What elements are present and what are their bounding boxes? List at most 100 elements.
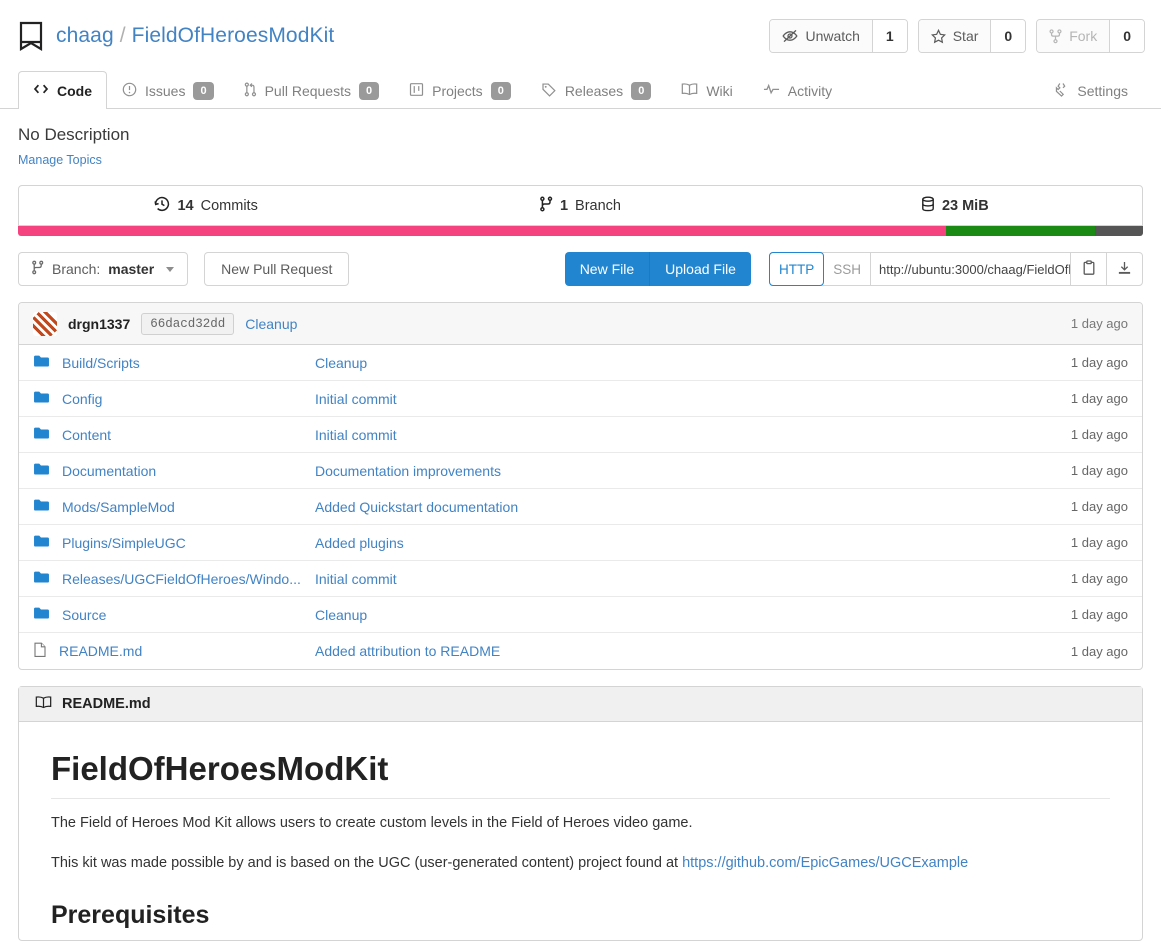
repo-header: chaag / FieldOfHeroesModKit Unwatch 1 St…: [0, 0, 1161, 66]
fork-button-group: Fork 0: [1036, 19, 1145, 53]
table-row[interactable]: README.md Added attribution to README 1 da…: [19, 633, 1142, 669]
tab-releases[interactable]: Releases 0: [526, 71, 667, 109]
table-row[interactable]: Mods/SampleMod Added Quickstart documenta…: [19, 489, 1142, 525]
table-row[interactable]: Releases/UGCFieldOfHeroes/Windo... Initia…: [19, 561, 1142, 597]
commit-sha[interactable]: 66dacd32dd: [141, 312, 235, 335]
commit-message[interactable]: Cleanup: [245, 316, 297, 332]
tab-settings[interactable]: Settings: [1039, 71, 1143, 109]
file-name-cell: Mods/SampleMod: [33, 498, 315, 515]
repo-size: 23 MiB: [941, 197, 989, 214]
file-commit-message[interactable]: Documentation improvements: [315, 463, 501, 479]
star-count: 0: [990, 20, 1026, 52]
manage-topics-link[interactable]: Manage Topics: [18, 153, 102, 167]
file-link[interactable]: Config: [62, 391, 102, 407]
fork-label: Fork: [1069, 28, 1098, 44]
fork-button: Fork: [1037, 20, 1110, 52]
watch-button-group[interactable]: Unwatch 1: [769, 19, 908, 53]
protocol-ssh-button[interactable]: SSH: [824, 253, 870, 285]
language-segment-1: [946, 226, 1095, 236]
file-commit-message[interactable]: Cleanup: [315, 355, 367, 371]
file-commit-message[interactable]: Initial commit: [315, 391, 397, 407]
file-commit-age: 1 day ago: [1070, 535, 1128, 550]
tab-activity[interactable]: Activity: [748, 71, 847, 109]
clone-url-input[interactable]: http://ubuntu:3000/chaag/FieldOfl: [870, 253, 1070, 285]
file-commit-message[interactable]: Initial commit: [315, 571, 397, 587]
file-commit-message[interactable]: Added Quickstart documentation: [315, 499, 518, 515]
file-name-cell: Plugins/SimpleUGC: [33, 534, 315, 551]
pulse-icon: [763, 82, 780, 99]
file-commit-message[interactable]: Cleanup: [315, 607, 367, 623]
table-row[interactable]: Content Initial commit 1 day ago: [19, 417, 1142, 453]
tab-code[interactable]: Code: [18, 71, 107, 109]
file-name-cell: Source: [33, 606, 315, 623]
folder-icon: [33, 462, 50, 479]
unwatch-label: Unwatch: [805, 28, 860, 44]
file-name-cell: Config: [33, 390, 315, 407]
file-link[interactable]: Mods/SampleMod: [62, 499, 175, 515]
file-link[interactable]: Build/Scripts: [62, 355, 140, 371]
file-link[interactable]: README.md: [59, 643, 142, 659]
repo-stats-bar: 14 Commits 1 Branch 23 MiB: [18, 185, 1143, 226]
commit-author[interactable]: drgn1337: [68, 316, 130, 332]
table-row[interactable]: Documentation Documentation improvements 1…: [19, 453, 1142, 489]
star-icon: [930, 28, 946, 44]
new-file-button[interactable]: New File: [564, 252, 650, 286]
file-commit-message[interactable]: Added attribution to README: [315, 643, 500, 659]
file-name-cell: Content: [33, 426, 315, 443]
tab-projects[interactable]: Projects 0: [394, 71, 526, 109]
file-link[interactable]: Source: [62, 607, 106, 623]
file-name-cell: Build/Scripts: [33, 354, 315, 371]
owner-link[interactable]: chaag: [56, 24, 114, 47]
file-link[interactable]: Documentation: [62, 463, 156, 479]
copy-clone-url-button[interactable]: [1070, 253, 1106, 285]
branch-selector[interactable]: Branch: master: [18, 252, 189, 286]
file-commit-message[interactable]: Initial commit: [315, 427, 397, 443]
table-row[interactable]: Config Initial commit 1 day ago: [19, 381, 1142, 417]
tab-wiki-label: Wiki: [706, 82, 733, 99]
commits-label: Commits: [200, 197, 258, 214]
folder-icon: [33, 570, 50, 587]
book-icon: [681, 82, 698, 99]
readme-title: FieldOfHeroesModKit: [51, 750, 1110, 799]
readme-header: README.md: [19, 687, 1142, 722]
download-repo-button[interactable]: [1106, 253, 1142, 285]
stat-commits[interactable]: 14 Commits: [19, 186, 393, 225]
readme-filename: README.md: [62, 696, 151, 712]
star-button[interactable]: Star: [918, 20, 991, 52]
file-listing: drgn1337 66dacd32dd Cleanup 1 day ago Bu…: [18, 302, 1143, 670]
new-pull-request-button[interactable]: New Pull Request: [204, 252, 350, 286]
stat-branches[interactable]: 1 Branch: [393, 186, 767, 225]
branches-count: 1: [559, 197, 569, 214]
file-link[interactable]: Releases/UGCFieldOfHeroes/Windo...: [62, 571, 301, 587]
protocol-http-button[interactable]: HTTP: [768, 252, 825, 286]
folder-icon: [33, 534, 50, 551]
table-row[interactable]: Plugins/SimpleUGC Added plugins 1 day ago: [19, 525, 1142, 561]
tab-pull-requests[interactable]: Pull Requests 0: [229, 71, 395, 109]
tab-wiki[interactable]: Wiki: [666, 71, 747, 109]
fork-icon: [1049, 28, 1062, 44]
table-row[interactable]: Source Cleanup 1 day ago: [19, 597, 1142, 633]
clipboard-icon: [1082, 259, 1096, 279]
readme-content: FieldOfHeroesModKit The Field of Heroes …: [19, 722, 1142, 940]
upload-file-button[interactable]: Upload File: [649, 252, 751, 286]
unwatch-button[interactable]: Unwatch: [770, 20, 872, 52]
file-commit-age: 1 day ago: [1070, 499, 1128, 514]
repo-link[interactable]: FieldOfHeroesModKit: [132, 24, 335, 47]
file-icon: [33, 642, 47, 661]
folder-icon: [33, 354, 50, 371]
table-row[interactable]: Build/Scripts Cleanup 1 day ago: [19, 345, 1142, 381]
file-link[interactable]: Content: [62, 427, 111, 443]
ugc-example-link[interactable]: https://github.com/EpicGames/UGCExample: [682, 855, 968, 871]
readme-panel: README.md FieldOfHeroesModKit The Field …: [18, 686, 1143, 941]
file-commit-message[interactable]: Added plugins: [315, 535, 404, 551]
issue-icon: [122, 82, 137, 100]
readme-paragraph-1: The Field of Heroes Mod Kit allows users…: [51, 815, 693, 831]
file-name-cell: Releases/UGCFieldOfHeroes/Windo...: [33, 570, 315, 587]
file-link[interactable]: Plugins/SimpleUGC: [62, 535, 186, 551]
star-button-group[interactable]: Star 0: [917, 19, 1027, 53]
branch-name-label: master: [108, 261, 155, 277]
tab-issues[interactable]: Issues 0: [107, 71, 229, 109]
toolbar-right: New File Upload File HTTP SSH http://ubu…: [564, 252, 1143, 286]
branches-label: Branch: [575, 197, 621, 214]
wrench-icon: [1054, 82, 1069, 100]
